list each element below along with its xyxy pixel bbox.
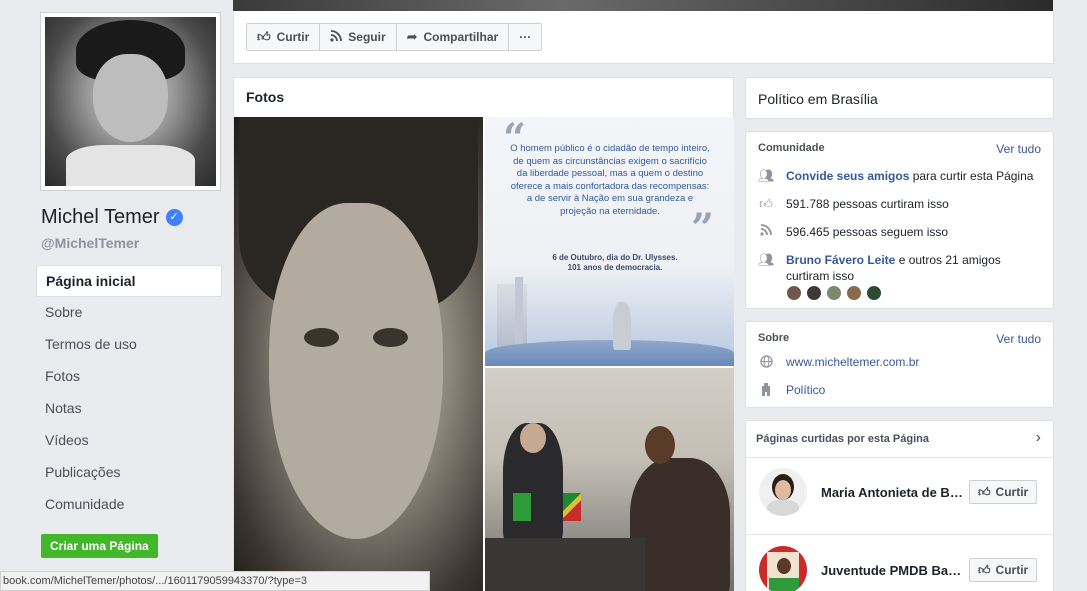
share-arrow-icon: ➦ [406,29,418,44]
thumbs-up-icon: 👍︎ [759,196,773,211]
close-quote-icon: ” [691,205,715,252]
page-name-text[interactable]: Michel Temer [41,206,160,229]
about-category-link[interactable]: Político [786,383,825,397]
nav-item-home[interactable]: Página inicial [36,265,222,297]
page-title: Michel Temer ✓ [41,206,183,229]
action-bar: 👍︎ Curtir Seguir ➦ Compartilhar ··· [233,11,1054,64]
photo-thumbnail-quote[interactable]: “ O homem público é o cidadão de tempo i… [485,117,734,366]
avatar[interactable] [866,285,882,301]
profile-picture[interactable] [40,12,221,191]
friends-liked-row: 👥︎ Bruno Fávero Leite e outros 21 amigos… [758,252,1043,284]
about-see-all-link[interactable]: Ver tudo [996,332,1041,346]
photo-thumbnail-portrait[interactable] [234,117,483,591]
about-card: Sobre Ver tudo www.micheltemer.com.br Po… [745,321,1054,408]
invite-friends-text: para curtir esta Página [909,169,1034,183]
community-see-all-link[interactable]: Ver tudo [996,142,1041,156]
friends-icon: 👥︎ [758,252,775,267]
likes-count-row: 👍︎ 591.788 pessoas curtiram isso [758,196,1043,212]
quote-date: 6 de Outubro, dia do Dr. Ulysses. 101 an… [525,253,705,273]
follows-count-row: 596.465 pessoas seguem isso [758,224,1043,240]
quote-text: O homem público é o cidadão de tempo int… [510,143,710,217]
nav-item-terms[interactable]: Termos de uso [36,329,222,361]
nav-item-posts[interactable]: Publicações [36,457,222,489]
photos-title[interactable]: Fotos [246,89,284,105]
nav-item-photos[interactable]: Fotos [36,361,222,393]
liked-page-avatar[interactable] [759,546,807,591]
friend-name-link[interactable]: Bruno Fávero Leite [786,253,895,267]
rss-icon [758,224,774,239]
divider [746,457,1053,458]
avatar[interactable] [806,285,822,301]
more-options-button[interactable]: ··· [509,24,541,50]
action-button-group: 👍︎ Curtir Seguir ➦ Compartilhar ··· [246,23,543,51]
follow-label: Seguir [348,30,386,44]
likes-count: 591.788 pessoas curtiram isso [786,197,949,211]
divider [746,534,1053,535]
like-page-button[interactable]: 👍︎ Curtir [969,558,1038,582]
avatar[interactable] [826,285,842,301]
globe-icon [758,355,774,371]
friend-avatars [786,285,882,301]
like-label: Curtir [276,30,310,44]
building-icon [758,383,774,399]
page-category[interactable]: Político em Brasília [758,91,878,107]
share-label: Compartilhar [423,30,499,44]
profile-photo-image [45,17,216,186]
chevron-right-icon[interactable]: › [1036,429,1041,447]
share-button[interactable]: ➦ Compartilhar [397,24,510,50]
website-row: www.micheltemer.com.br [758,355,1043,371]
like-page-label: Curtir [995,485,1029,499]
follows-count: 596.465 pessoas seguem isso [786,225,949,239]
community-title: Comunidade [758,142,825,154]
rss-icon [330,29,343,45]
thumbs-up-icon: 👍︎ [978,562,991,577]
about-title: Sobre [758,332,790,344]
nav-item-notes[interactable]: Notas [36,393,222,425]
liked-page-name[interactable]: Juventude PMDB Bahia [821,563,965,578]
nav-item-videos[interactable]: Vídeos [36,425,222,457]
liked-page-item: Maria Antonieta de Brito 👍︎ Curtir [759,468,1044,516]
create-page-button[interactable]: Criar uma Página [41,534,158,558]
liked-page-name[interactable]: Maria Antonieta de Brito [821,485,965,500]
liked-pages-card: Páginas curtidas por esta Página › Maria… [745,420,1054,591]
thumbs-up-icon: 👍︎ [978,484,991,499]
quote-date-line1: 6 de Outubro, dia do Dr. Ulysses. [552,253,678,262]
quote-date-line2: 101 anos de democracia. [567,263,663,272]
liked-page-item: Juventude PMDB Bahia 👍︎ Curtir [759,546,1044,591]
verified-badge-icon: ✓ [165,209,183,226]
thumbs-up-icon: 👍︎ [257,29,271,44]
browser-status-url: book.com/MichelTemer/photos/.../16011790… [0,571,430,591]
about-category-row: Político [758,383,1043,399]
liked-page-avatar[interactable] [759,468,807,516]
page-handle[interactable]: @MichelTemer [41,235,139,251]
community-card: Comunidade Ver tudo 👥︎ Convide seus amig… [745,131,1054,309]
nav-item-about[interactable]: Sobre [36,297,222,329]
nav-item-community[interactable]: Comunidade [36,489,222,521]
follow-button[interactable]: Seguir [320,24,397,50]
more-dots-icon: ··· [519,30,532,44]
like-button[interactable]: 👍︎ Curtir [247,24,321,50]
cover-photo[interactable] [233,0,1053,11]
page-category-card: Político em Brasília [745,77,1054,119]
invite-friends-link[interactable]: Convide seus amigos [786,169,909,183]
like-page-button[interactable]: 👍︎ Curtir [969,480,1038,504]
avatar[interactable] [846,285,862,301]
photo-thumbnail-meeting[interactable] [485,368,734,591]
invite-friends-row: 👥︎ Convide seus amigos para curtir esta … [758,168,1043,184]
friends-icon: 👥︎ [758,168,775,183]
avatar[interactable] [786,285,802,301]
page-nav: Página inicial Sobre Termos de uso Fotos… [36,265,222,521]
like-page-label: Curtir [995,563,1029,577]
website-link[interactable]: www.micheltemer.com.br [786,355,919,369]
photos-section: Fotos “ O homem público é o cidadão de t… [233,77,734,591]
liked-pages-title: Páginas curtidas por esta Página [756,433,930,445]
